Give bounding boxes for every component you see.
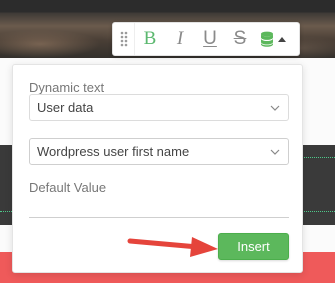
data-field-select[interactable]: Wordpress user first name xyxy=(29,138,289,165)
default-value-label: Default Value xyxy=(29,180,107,195)
italic-icon: I xyxy=(176,28,184,49)
chevron-down-icon xyxy=(270,105,280,111)
caret-up-icon xyxy=(278,36,286,42)
underline-button[interactable]: U xyxy=(195,23,225,55)
text-format-toolbar: B I U S xyxy=(112,22,300,56)
dotted-guide-line xyxy=(0,211,12,212)
drag-handle-icon[interactable] xyxy=(113,23,135,55)
data-source-value: User data xyxy=(37,100,94,115)
bold-icon: B xyxy=(143,28,157,49)
insert-button[interactable]: Insert xyxy=(218,233,289,260)
database-icon xyxy=(261,31,273,47)
data-field-value: Wordpress user first name xyxy=(37,144,190,159)
strikethrough-button[interactable]: S xyxy=(225,23,255,55)
default-value-input[interactable] xyxy=(29,198,289,218)
italic-button[interactable]: I xyxy=(165,23,195,55)
dynamic-data-button[interactable] xyxy=(255,23,291,55)
data-source-select[interactable]: User data xyxy=(29,94,289,121)
dynamic-text-label: Dynamic text xyxy=(29,80,105,95)
strikethrough-icon: S xyxy=(233,28,247,49)
dotted-guide-line xyxy=(301,211,335,212)
bold-button[interactable]: B xyxy=(135,23,165,55)
dotted-guide-line xyxy=(301,157,335,158)
annotation-arrow-icon xyxy=(127,237,218,257)
chevron-down-icon xyxy=(270,149,280,155)
underline-icon: U xyxy=(203,28,217,49)
